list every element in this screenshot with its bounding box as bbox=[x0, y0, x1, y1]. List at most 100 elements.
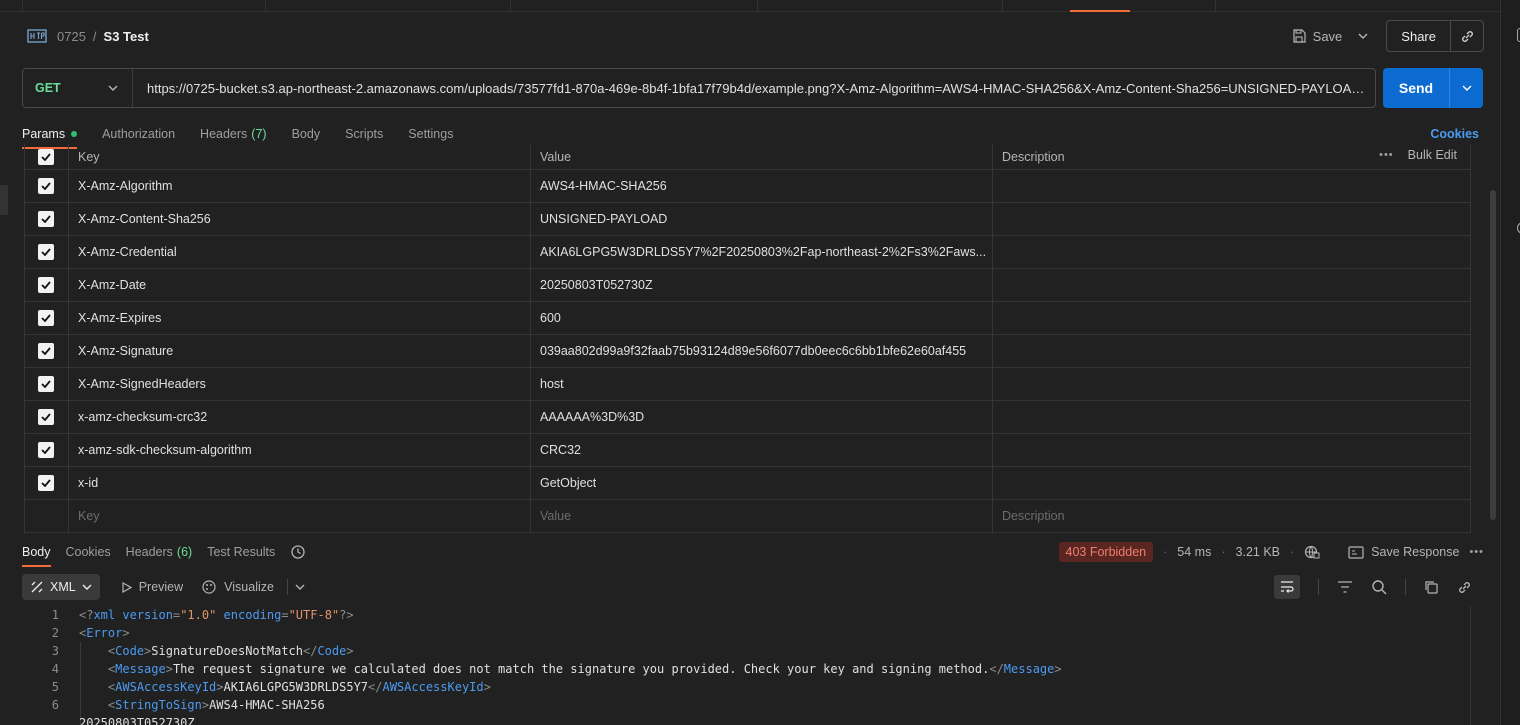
param-description[interactable] bbox=[993, 269, 1471, 301]
param-value[interactable]: 20250803T052730Z bbox=[531, 269, 993, 301]
param-value[interactable]: AAAAAA%3D%3D bbox=[531, 401, 993, 433]
response-time[interactable]: 54 ms bbox=[1177, 545, 1211, 559]
param-value[interactable]: AWS4-HMAC-SHA256 bbox=[531, 170, 993, 202]
filter-icon[interactable] bbox=[1337, 581, 1353, 593]
search-icon[interactable] bbox=[1371, 579, 1387, 595]
param-key[interactable]: X-Amz-Credential bbox=[69, 236, 531, 268]
param-value[interactable]: host bbox=[531, 368, 993, 400]
params-table: Key Value Description ••• Bulk Edit X-Am… bbox=[24, 144, 1471, 533]
breadcrumb-collection[interactable]: 0725 bbox=[57, 29, 86, 44]
send-button[interactable]: Send bbox=[1383, 68, 1449, 108]
param-value[interactable]: 600 bbox=[531, 302, 993, 334]
param-description[interactable] bbox=[993, 368, 1471, 400]
param-key[interactable]: x-amz-sdk-checksum-algorithm bbox=[69, 434, 531, 466]
param-key[interactable]: X-Amz-Expires bbox=[69, 302, 531, 334]
param-enabled-checkbox[interactable] bbox=[24, 170, 69, 202]
share-button[interactable]: Share bbox=[1387, 21, 1451, 51]
cookies-link[interactable]: Cookies bbox=[1430, 127, 1479, 141]
param-key[interactable]: x-amz-checksum-crc32 bbox=[69, 401, 531, 433]
param-key[interactable]: X-Amz-Content-Sha256 bbox=[69, 203, 531, 235]
param-enabled-checkbox[interactable] bbox=[24, 401, 69, 433]
new-value-input[interactable]: Value bbox=[531, 500, 993, 532]
save-response-button[interactable]: Save Response bbox=[1348, 545, 1459, 559]
param-enabled-checkbox[interactable] bbox=[24, 302, 69, 334]
param-value-text: CRC32 bbox=[540, 443, 581, 457]
param-enabled-checkbox[interactable] bbox=[24, 368, 69, 400]
response-tab-cookies[interactable]: Cookies bbox=[66, 538, 111, 566]
send-button-group: Send bbox=[1383, 68, 1483, 108]
bulk-edit-button[interactable]: Bulk Edit bbox=[1408, 148, 1457, 162]
param-description[interactable] bbox=[993, 401, 1471, 433]
chevron-down-icon[interactable] bbox=[295, 584, 305, 590]
link-icon[interactable] bbox=[1457, 580, 1472, 595]
network-globe-icon[interactable] bbox=[1304, 544, 1320, 560]
param-enabled-checkbox[interactable] bbox=[24, 467, 69, 499]
response-tab-headers[interactable]: Headers (6) bbox=[126, 538, 193, 566]
param-description[interactable] bbox=[993, 170, 1471, 202]
line-number: 2 bbox=[51, 626, 59, 640]
code-line-text: <Error> bbox=[79, 626, 130, 640]
param-description[interactable] bbox=[993, 236, 1471, 268]
send-options-chevron-down-icon[interactable] bbox=[1449, 68, 1483, 108]
param-enabled-checkbox[interactable] bbox=[24, 434, 69, 466]
param-value[interactable]: 039aa802d99a9f32faab75b93124d89e56f6077d… bbox=[531, 335, 993, 367]
response-more-options-icon[interactable]: ••• bbox=[1469, 546, 1484, 558]
response-tab-body[interactable]: Body bbox=[22, 538, 51, 567]
param-key[interactable]: X-Amz-SignedHeaders bbox=[69, 368, 531, 400]
param-key[interactable]: X-Amz-Date bbox=[69, 269, 531, 301]
save-options-chevron-down-icon[interactable] bbox=[1350, 33, 1376, 39]
status-badge[interactable]: 403 Forbidden bbox=[1058, 542, 1154, 562]
request-title[interactable]: S3 Test bbox=[104, 29, 149, 44]
column-header-key: Key bbox=[69, 144, 531, 169]
headers-count: (7) bbox=[251, 127, 267, 141]
param-key[interactable]: X-Amz-Algorithm bbox=[69, 170, 531, 202]
play-icon bbox=[122, 581, 132, 593]
param-description[interactable] bbox=[993, 203, 1471, 235]
params-scrollbar[interactable] bbox=[1490, 190, 1496, 520]
param-value[interactable]: UNSIGNED-PAYLOAD bbox=[531, 203, 993, 235]
code-line: 6 <StringToSign>AWS4-HMAC-SHA256 bbox=[22, 696, 1484, 714]
param-row: X-Amz-Expires 600 bbox=[24, 302, 1471, 335]
method-select[interactable]: GET bbox=[23, 69, 133, 107]
wrap-lines-icon[interactable] bbox=[1274, 575, 1300, 599]
visualize-button[interactable]: Visualize bbox=[201, 579, 305, 595]
divider bbox=[1405, 579, 1406, 595]
copy-icon[interactable] bbox=[1424, 580, 1439, 595]
format-select[interactable]: XML bbox=[22, 574, 100, 600]
param-value-text: UNSIGNED-PAYLOAD bbox=[540, 212, 668, 226]
response-body-editor[interactable]: 1 <?xml version="1.0" encoding="UTF-8"?>… bbox=[22, 606, 1484, 725]
param-description[interactable] bbox=[993, 434, 1471, 466]
url-input[interactable]: https://0725-bucket.s3.ap-northeast-2.am… bbox=[133, 81, 1375, 96]
save-button[interactable]: Save bbox=[1284, 22, 1351, 50]
preview-button[interactable]: Preview bbox=[122, 580, 183, 594]
code-line: 4 <Message>The request signature we calc… bbox=[22, 660, 1484, 678]
response-size[interactable]: 3.21 KB bbox=[1236, 545, 1280, 559]
left-sidebar-handle[interactable] bbox=[0, 185, 8, 215]
copy-link-icon[interactable] bbox=[1451, 21, 1483, 51]
param-description[interactable] bbox=[993, 335, 1471, 367]
param-value-text: 600 bbox=[540, 311, 561, 325]
param-value[interactable]: GetObject bbox=[531, 467, 993, 499]
param-key[interactable]: X-Amz-Signature bbox=[69, 335, 531, 367]
param-value[interactable]: CRC32 bbox=[531, 434, 993, 466]
tab-settings-label: Settings bbox=[408, 127, 454, 141]
param-enabled-checkbox[interactable] bbox=[24, 236, 69, 268]
top-tab-strip bbox=[0, 0, 1500, 12]
param-enabled-checkbox[interactable] bbox=[24, 269, 69, 301]
param-key[interactable]: x-id bbox=[69, 467, 531, 499]
new-description-input[interactable]: Description bbox=[993, 500, 1471, 532]
response-scrollbar[interactable] bbox=[1470, 606, 1471, 725]
param-value[interactable]: AKIA6LGPG5W3DRLDS5Y7%2F20250803%2Fap-nor… bbox=[531, 236, 993, 268]
response-tab-test-results[interactable]: Test Results bbox=[207, 538, 275, 566]
history-icon[interactable] bbox=[290, 538, 306, 566]
param-description[interactable] bbox=[993, 302, 1471, 334]
response-tabs: Body Cookies Headers (6) Test Results 403… bbox=[22, 538, 1484, 567]
more-options-icon[interactable]: ••• bbox=[1379, 149, 1394, 161]
select-all-checkbox[interactable] bbox=[24, 144, 69, 169]
param-enabled-checkbox[interactable] bbox=[24, 203, 69, 235]
param-enabled-checkbox[interactable] bbox=[24, 335, 69, 367]
new-key-input[interactable]: Key bbox=[69, 500, 531, 532]
code-line-text: <AWSAccessKeyId>AKIA6LGPG5W3DRLDS5Y7</AW… bbox=[107, 680, 491, 694]
tab-params-label: Params bbox=[22, 127, 66, 141]
param-description[interactable] bbox=[993, 467, 1471, 499]
